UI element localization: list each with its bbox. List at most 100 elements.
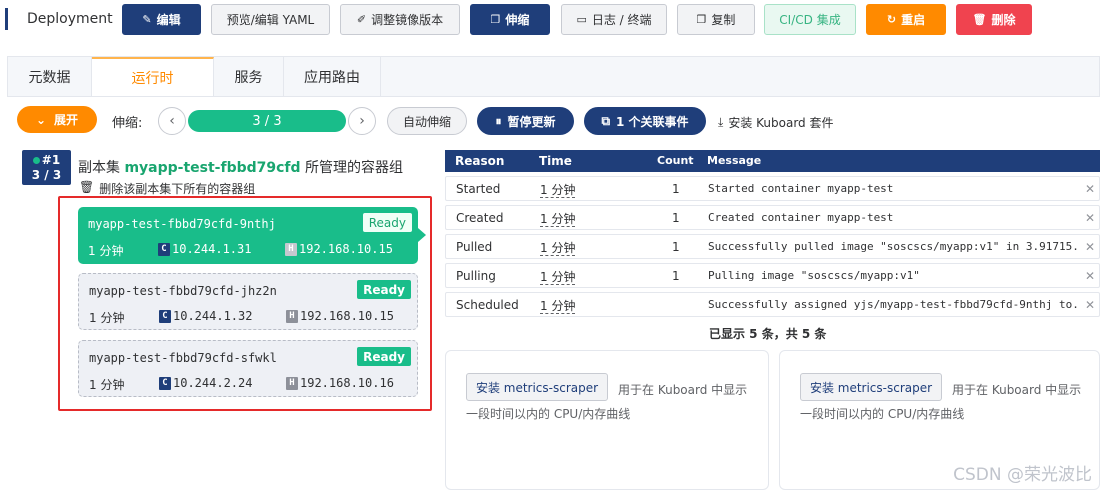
close-icon[interactable]: ✕ — [1085, 211, 1095, 225]
install-metrics-scraper-button[interactable]: 安装 metrics-scraper — [800, 373, 942, 401]
header-time: Time — [539, 154, 572, 168]
toolbar: Deployment ✎ 编辑 预览/编辑 YAML ✐ 调整镜像版本 ❐ 伸缩… — [0, 0, 1100, 40]
close-icon[interactable]: ✕ — [1085, 240, 1095, 254]
status-badge: Ready — [357, 347, 411, 366]
container-ip-icon: C — [158, 242, 170, 256]
replicaset-badge[interactable]: #1 3 / 3 — [22, 150, 71, 185]
event-time: 1 分钟 — [540, 299, 576, 314]
host-ip-icon: H — [285, 242, 297, 256]
edit-icon: ✎ — [142, 13, 152, 26]
close-icon[interactable]: ✕ — [1085, 269, 1095, 283]
chevron-right-icon: › — [359, 113, 365, 129]
trash-icon: 🗑 — [972, 13, 987, 26]
host-ip: 192.168.10.16 — [300, 376, 394, 390]
container-ip-icon: C — [159, 376, 171, 390]
pod-age: 1 分钟 — [88, 244, 124, 258]
event-message: Pulling image "soscscs/myapp:v1" — [708, 269, 920, 282]
monitor-icon: ▭ — [576, 13, 587, 26]
pod-age: 1 分钟 — [89, 378, 125, 392]
event-time: 1 分钟 — [540, 183, 576, 198]
header-message: Message — [707, 154, 762, 167]
copy-button[interactable]: ❐ 复制 — [677, 4, 755, 35]
event-time: 1 分钟 — [540, 270, 576, 285]
tab-runtime[interactable]: 运行时 — [92, 57, 214, 97]
event-message: Successfully pulled image "soscscs/myapp… — [708, 240, 1080, 253]
scale-down-button[interactable]: ‹ — [158, 107, 186, 135]
scale-button[interactable]: ❐ 伸缩 — [470, 4, 550, 35]
external-link-icon: ⧉ — [601, 113, 611, 128]
events-summary: 已显示 5 条，共 5 条 — [709, 327, 827, 341]
tab-bar: 元数据 运行时 服务 应用路由 — [7, 56, 1100, 97]
events-table: Reason Time Count Message Started 1 分钟 1… — [445, 150, 1100, 317]
event-count: 1 — [672, 269, 680, 283]
expand-button[interactable]: ⌄ 展开 — [17, 106, 97, 133]
host-ip: 192.168.10.15 — [300, 309, 394, 323]
tab-ingress[interactable]: 应用路由 — [284, 57, 381, 97]
selected-pointer — [418, 228, 426, 242]
tab-metadata[interactable]: 元数据 — [8, 57, 92, 97]
tab-services[interactable]: 服务 — [214, 57, 284, 97]
delete-pods-link[interactable]: 🗑 删除该副本集下所有的容器组 — [79, 180, 255, 197]
event-reason: Started — [456, 182, 501, 196]
replicaset-title: 副本集 myapp-test-fbbd79cfd 所管理的容器组 — [78, 160, 403, 176]
event-row: Pulled 1 分钟 1 Successfully pulled image … — [445, 234, 1100, 259]
restart-button[interactable]: ↻ 重启 — [866, 4, 946, 35]
pause-icon: ⏸ — [495, 113, 502, 128]
pod-name: myapp-test-fbbd79cfd-sfwkl — [89, 351, 277, 365]
pod-card[interactable]: myapp-test-fbbd79cfd-sfwkl Ready 1 分钟 C1… — [78, 340, 418, 397]
host-ip-icon: H — [286, 376, 298, 390]
copy-icon: ❐ — [696, 13, 707, 26]
delete-button[interactable]: 🗑 删除 — [956, 4, 1032, 35]
pod-ip: 10.244.1.31 — [172, 242, 252, 256]
autoscale-button[interactable]: 自动伸缩 — [387, 107, 467, 135]
cicd-button[interactable]: CI/CD 集成 — [764, 4, 856, 35]
pod-ip: 10.244.1.32 — [173, 309, 253, 323]
related-events-button[interactable]: ⧉ 1 个关联事件 — [584, 107, 706, 135]
chevron-left-icon: ‹ — [169, 113, 175, 129]
event-reason: Created — [456, 211, 504, 225]
header-count: Count — [657, 154, 694, 167]
pencil-icon: ✐ — [356, 13, 367, 26]
refresh-icon: ↻ — [886, 13, 897, 26]
pause-update-button[interactable]: ⏸ 暂停更新 — [477, 107, 574, 135]
host-ip-icon: H — [286, 309, 298, 323]
adjust-image-button[interactable]: ✐ 调整镜像版本 — [340, 4, 460, 35]
chevron-down-icon: ⌄ — [35, 112, 47, 127]
event-message: Started container myapp-test — [708, 182, 894, 195]
replica-count-display: 3 / 3 — [188, 110, 346, 132]
event-reason: Pulling — [456, 269, 496, 283]
close-icon[interactable]: ✕ — [1085, 298, 1095, 312]
pod-ip: 10.244.2.24 — [173, 376, 253, 390]
install-kuboard-link[interactable]: ⤓ 安装 Kuboard 套件 — [718, 114, 833, 131]
status-badge: Ready — [357, 280, 411, 299]
host-ip: 192.168.10.15 — [299, 242, 393, 256]
logs-terminal-button[interactable]: ▭ 日志 / 终端 — [561, 4, 667, 35]
event-row: Pulling 1 分钟 1 Pulling image "soscscs/my… — [445, 263, 1100, 288]
pod-age: 1 分钟 — [89, 311, 125, 325]
replicaset-name: myapp-test-fbbd79cfd — [124, 160, 301, 176]
preview-yaml-button[interactable]: 预览/编辑 YAML — [211, 4, 330, 35]
close-icon[interactable]: ✕ — [1085, 182, 1095, 196]
status-dot — [32, 157, 40, 164]
event-reason: Pulled — [456, 240, 493, 254]
event-message: Successfully assigned yjs/myapp-test-fbb… — [708, 298, 1080, 311]
scale-up-button[interactable]: › — [348, 107, 376, 135]
event-time: 1 分钟 — [540, 241, 576, 256]
event-count: 1 — [672, 182, 680, 196]
edit-button[interactable]: ✎ 编辑 — [122, 4, 201, 35]
metrics-card: 用于在 Kuboard 中显示一段时间以内的 CPU/内存曲线 安装 metri… — [445, 350, 769, 490]
pod-card[interactable]: myapp-test-fbbd79cfd-9nthj Ready 1 分钟 C1… — [78, 207, 418, 264]
pod-card[interactable]: myapp-test-fbbd79cfd-jhz2n Ready 1 分钟 C1… — [78, 273, 418, 330]
header-reason: Reason — [455, 154, 505, 168]
install-metrics-scraper-button[interactable]: 安装 metrics-scraper — [466, 373, 608, 401]
event-count: 1 — [672, 240, 680, 254]
watermark: CSDN @荣光波比 — [953, 465, 1092, 485]
events-header: Reason Time Count Message — [445, 150, 1100, 172]
trash-icon: 🗑 — [79, 180, 95, 194]
container-ip-icon: C — [159, 309, 171, 323]
copy-stack-icon: ❐ — [490, 13, 501, 26]
download-icon: ⤓ — [718, 115, 724, 129]
accent-bar — [5, 8, 8, 30]
status-badge: Ready — [362, 213, 412, 232]
event-row: Started 1 分钟 1 Started container myapp-t… — [445, 176, 1100, 201]
